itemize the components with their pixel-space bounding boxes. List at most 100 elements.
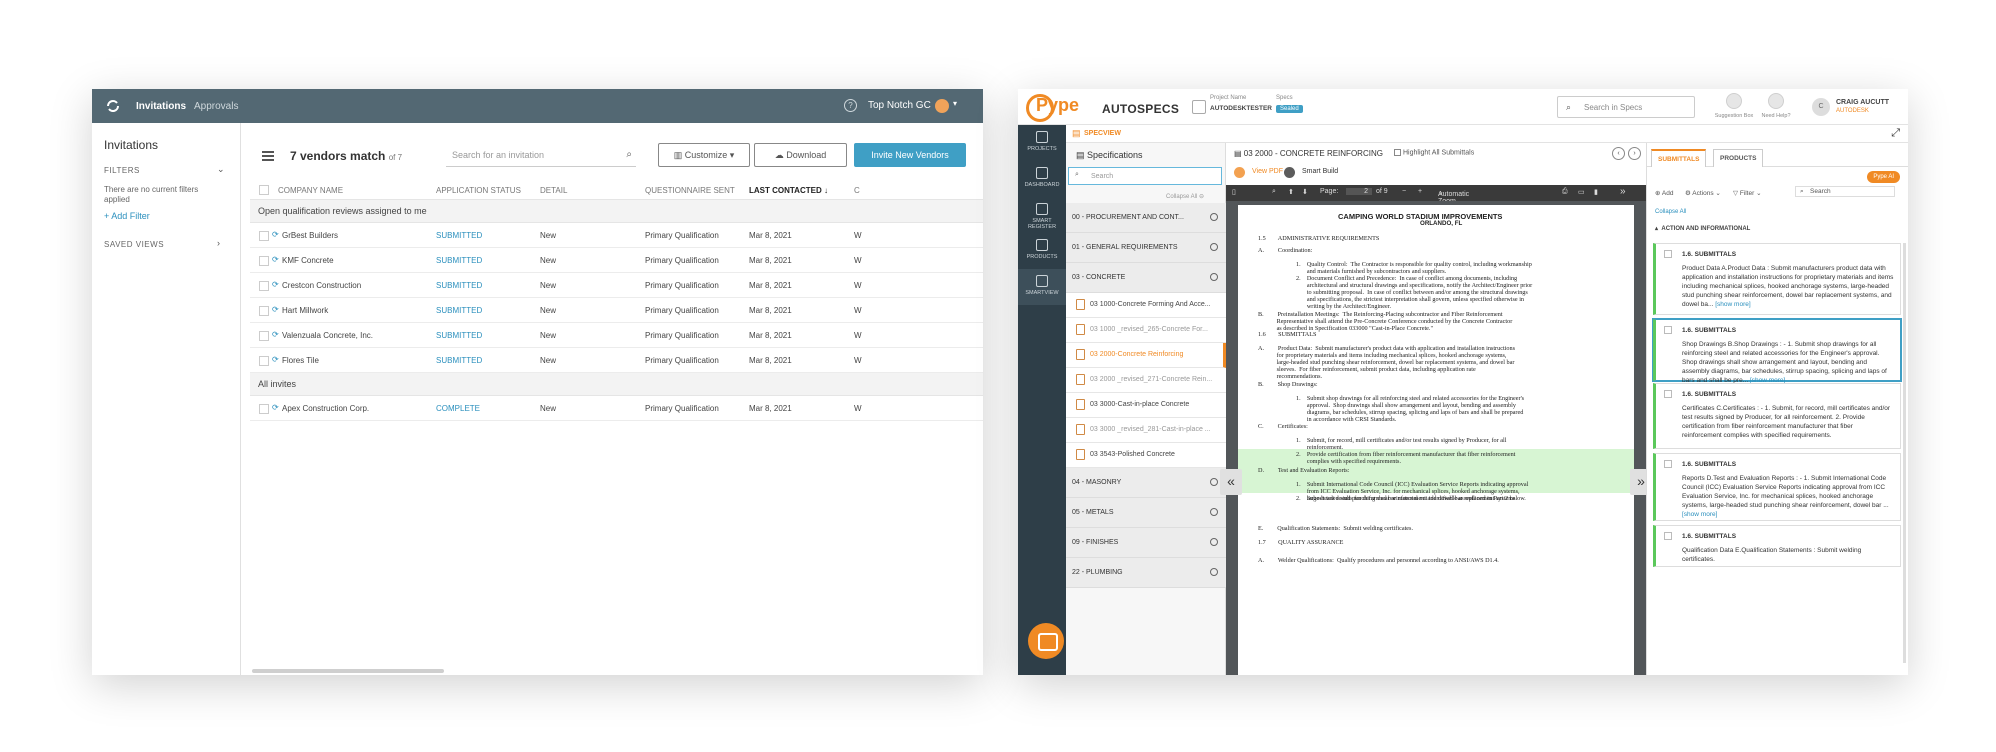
horizontal-scrollbar[interactable] (252, 669, 444, 673)
user-name[interactable]: CRAIG AUCUTT (1836, 99, 1889, 106)
card-checkbox[interactable] (1664, 532, 1672, 540)
company-name[interactable]: Apex Construction Corp. (282, 404, 369, 413)
table-row[interactable]: ⟳ GrBest Builders SUBMITTED New Primary Qual… (250, 223, 983, 248)
highlight-all-checkbox[interactable]: Highlight All Submittals (1394, 149, 1474, 156)
chevron-down-icon[interactable]: ▾ (953, 99, 957, 108)
card-checkbox[interactable] (1664, 390, 1672, 398)
col-c[interactable]: C (854, 186, 860, 195)
zoom-select[interactable]: Automatic Zoom ⌄ (1438, 188, 1469, 205)
spec-division[interactable]: 01 - GENERAL REQUIREMENTS (1066, 233, 1226, 263)
project-value[interactable]: AUTODESKTESTER (1210, 105, 1272, 112)
collapse-all-link[interactable]: Collapse All (1655, 209, 1686, 215)
nav-smart-register[interactable]: SMART REGISTER (1018, 203, 1066, 230)
spec-division[interactable]: 09 - FINISHES (1066, 528, 1226, 558)
print-icon[interactable]: ⎙ (1562, 188, 1568, 196)
select-all-checkbox[interactable] (259, 185, 269, 195)
submittal-card[interactable]: 1.6. SUBMITTALS Qualification Data E.Qual… (1653, 525, 1901, 567)
nav-approvals[interactable]: Approvals (194, 101, 238, 112)
table-row[interactable]: ⟳ Apex Construction Corp. COMPLETE New Prima… (250, 396, 983, 421)
search-icon[interactable]: ⌕ (1272, 188, 1276, 196)
table-row[interactable]: ⟳ Crestcon Construction SUBMITTED New Primar… (250, 273, 983, 298)
col-last-contacted[interactable]: LAST CONTACTED ↓ (749, 186, 828, 195)
bookmark-icon[interactable]: ▮ (1594, 188, 1598, 196)
specs-search-input[interactable]: ⌕ Search in Specs (1557, 96, 1695, 118)
chevron-down-icon[interactable]: ⌄ (217, 164, 225, 175)
org-name[interactable]: Top Notch GC (868, 100, 931, 111)
col-company[interactable]: COMPANY NAME (278, 186, 343, 195)
col-questionnaire[interactable]: QUESTIONNAIRE SENT (645, 186, 735, 195)
spec-section[interactable]: 03 1000 _revised_265-Concrete For... (1066, 318, 1226, 343)
invitation-search-input[interactable]: Search for an invitation ⌕ (446, 143, 636, 167)
spec-division[interactable]: 03 - CONCRETE (1066, 263, 1226, 293)
help-icon[interactable]: ? (844, 99, 857, 112)
spec-division[interactable]: 22 - PLUMBING (1066, 558, 1226, 588)
help-icon[interactable] (1768, 93, 1784, 109)
tools-icon[interactable]: » (1620, 186, 1626, 197)
prev-section-icon[interactable]: ‹ (1612, 147, 1625, 160)
spec-section[interactable]: 03 3000 _revised_281-Cast-in-place ... (1066, 418, 1226, 443)
company-name[interactable]: Flores Tile (282, 356, 319, 365)
nav-projects[interactable]: PROJECTS (1018, 131, 1066, 152)
card-checkbox[interactable] (1664, 326, 1672, 334)
add-filter-link[interactable]: + Add Filter (104, 211, 150, 221)
next-section-icon[interactable]: › (1628, 147, 1641, 160)
row-checkbox[interactable] (259, 356, 269, 366)
table-row[interactable]: ⟳ Hart Millwork SUBMITTED New Primary Qualif… (250, 298, 983, 323)
show-more-link[interactable]: [show more] (1682, 511, 1717, 518)
download-button[interactable]: ☁ Download (754, 143, 847, 167)
spec-division[interactable]: 00 - PROCUREMENT AND CONT... (1066, 203, 1226, 233)
submittal-card[interactable]: 1.6. SUBMITTALS Certificates C.Certificat… (1653, 383, 1901, 449)
row-checkbox[interactable] (259, 404, 269, 414)
tab-products[interactable]: PRODUCTS (1713, 149, 1764, 167)
app-logo-icon[interactable] (106, 99, 120, 113)
filter-button[interactable]: ▽ Filter ⌄ (1733, 189, 1762, 197)
sidebar-toggle-icon[interactable]: ▯ (1232, 188, 1236, 196)
company-name[interactable]: Crestcon Construction (282, 281, 361, 290)
zoom-in-icon[interactable]: + (1418, 188, 1422, 195)
zoom-out-icon[interactable]: − (1402, 188, 1406, 195)
actions-button[interactable]: ⚙ Actions ⌄ (1685, 189, 1721, 197)
company-name[interactable]: Hart Millwork (282, 306, 328, 315)
company-name[interactable]: Valenzuala Concrete, Inc. (282, 331, 373, 340)
row-checkbox[interactable] (259, 256, 269, 266)
spec-search-input[interactable]: ⌕ Search (1068, 167, 1222, 185)
avatar[interactable] (935, 99, 949, 113)
chat-icon[interactable] (1028, 623, 1064, 659)
tab-submittals[interactable]: SUBMITTALS (1651, 149, 1707, 167)
card-checkbox[interactable] (1664, 250, 1672, 258)
spec-division[interactable]: 04 - MASONRY (1066, 468, 1226, 498)
tab-smart-build[interactable]: Smart Build (1276, 165, 1342, 181)
table-row[interactable]: ⟳ Flores Tile SUBMITTED New Primary Qualific… (250, 348, 983, 373)
suggestion-box-icon[interactable] (1726, 93, 1742, 109)
nav-dashboard[interactable]: DASHBOARD (1018, 167, 1066, 188)
prev-page-icon[interactable]: ⬆ (1288, 188, 1294, 196)
spec-section[interactable]: 03 1000-Concrete Forming And Acce... (1066, 293, 1226, 318)
fullscreen-icon[interactable]: ⤢ (1891, 127, 1900, 140)
spec-section[interactable]: 03 2000-Concrete Reinforcing (1066, 343, 1226, 368)
next-page-icon[interactable]: ⬇ (1302, 188, 1308, 196)
vertical-scrollbar[interactable] (1903, 243, 1906, 663)
download-icon[interactable]: ▭ (1578, 188, 1585, 196)
col-status[interactable]: APPLICATION STATUS (436, 186, 521, 195)
invite-new-vendors-button[interactable]: Invite New Vendors (854, 143, 966, 167)
submittal-card[interactable]: 1.6. SUBMITTALS Product Data A.Product Da… (1653, 243, 1901, 315)
company-name[interactable]: KMF Concrete (282, 256, 334, 265)
col-detail[interactable]: DETAIL (540, 186, 567, 195)
pype-ai-button[interactable]: Pype AI (1867, 171, 1900, 183)
row-checkbox[interactable] (259, 306, 269, 316)
row-checkbox[interactable] (259, 231, 269, 241)
add-button[interactable]: ⊕ Add (1655, 189, 1673, 197)
collapse-all-link[interactable]: Collapse All ⊖ (1166, 193, 1204, 200)
row-checkbox[interactable] (259, 331, 269, 341)
nav-invitations[interactable]: Invitations (136, 101, 186, 112)
group-header[interactable]: ▴ ACTION AND INFORMATIONAL (1655, 225, 1750, 232)
company-name[interactable]: GrBest Builders (282, 231, 338, 240)
table-row[interactable]: ⟳ Valenzuala Concrete, Inc. SUBMITTED New Pr… (250, 323, 983, 348)
spec-division[interactable]: 05 - METALS (1066, 498, 1226, 528)
show-more-link[interactable]: [show more] (1715, 301, 1750, 308)
page-number-input[interactable]: 2 (1346, 188, 1372, 195)
row-checkbox[interactable] (259, 281, 269, 291)
nav-products[interactable]: PRODUCTS (1018, 239, 1066, 260)
menu-icon[interactable] (262, 151, 274, 161)
table-row[interactable]: ⟳ KMF Concrete SUBMITTED New Primary Qualifi… (250, 248, 983, 273)
